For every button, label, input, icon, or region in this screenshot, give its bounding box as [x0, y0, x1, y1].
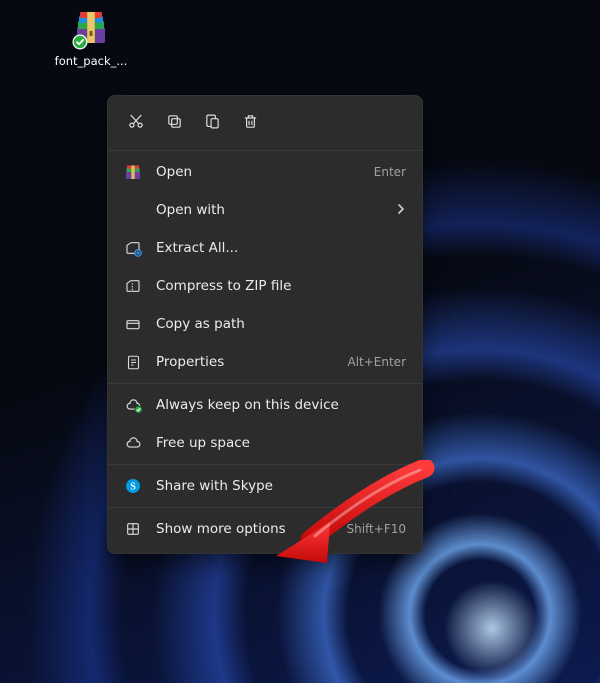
context-menu: Open Enter Open with Extract All... Comp… [107, 95, 423, 554]
menu-item-accel: Enter [374, 165, 406, 179]
menu-separator [108, 150, 422, 151]
menu-item-label: Share with Skype [156, 478, 406, 494]
cloud-icon [124, 434, 142, 452]
winrar-icon [124, 163, 142, 181]
cut-icon [127, 112, 145, 134]
cut-button[interactable] [118, 106, 154, 140]
menu-item-copy-as-path[interactable]: Copy as path [108, 305, 422, 343]
extract-icon [124, 239, 142, 257]
menu-item-label: Compress to ZIP file [156, 278, 406, 294]
menu-item-label: Free up space [156, 435, 406, 451]
desktop-file-icon[interactable]: font_pack_... [58, 9, 124, 68]
menu-item-label: Show more options [156, 521, 332, 537]
menu-item-label: Always keep on this device [156, 397, 406, 413]
menu-item-accel: Shift+F10 [346, 522, 406, 536]
menu-separator [108, 383, 422, 384]
menu-item-always-keep[interactable]: Always keep on this device [108, 386, 422, 424]
menu-item-label: Extract All... [156, 240, 406, 256]
menu-item-extract-all[interactable]: Extract All... [108, 229, 422, 267]
menu-item-open[interactable]: Open Enter [108, 153, 422, 191]
properties-icon [124, 353, 142, 371]
paste-icon [204, 113, 221, 134]
menu-item-label: Open [156, 164, 360, 180]
cloud-keep-icon [124, 396, 142, 414]
menu-item-accel: Alt+Enter [347, 355, 406, 369]
copy-button[interactable] [156, 106, 192, 140]
menu-item-properties[interactable]: Properties Alt+Enter [108, 343, 422, 381]
delete-icon [242, 113, 259, 134]
menu-item-label: Open with [156, 202, 382, 218]
menu-item-label: Properties [156, 354, 333, 370]
paste-button[interactable] [194, 106, 230, 140]
quick-actions-row [108, 101, 422, 148]
blank-icon [124, 201, 142, 219]
menu-item-show-more-options[interactable]: Show more options Shift+F10 [108, 510, 422, 548]
svg-text:S: S [130, 482, 136, 493]
winrar-archive-icon [71, 9, 111, 49]
desktop-file-label: font_pack_... [55, 54, 128, 68]
menu-separator [108, 507, 422, 508]
delete-button[interactable] [232, 106, 268, 140]
copy-path-icon [124, 315, 142, 333]
menu-item-open-with[interactable]: Open with [108, 191, 422, 229]
more-options-icon [124, 520, 142, 538]
menu-separator [108, 464, 422, 465]
menu-item-free-up-space[interactable]: Free up space [108, 424, 422, 462]
menu-item-share-skype[interactable]: S Share with Skype [108, 467, 422, 505]
copy-icon [166, 113, 183, 134]
menu-item-compress-zip[interactable]: Compress to ZIP file [108, 267, 422, 305]
skype-icon: S [124, 477, 142, 495]
menu-item-label: Copy as path [156, 316, 406, 332]
chevron-right-icon [396, 202, 406, 218]
compress-icon [124, 277, 142, 295]
sync-badge-icon [72, 34, 88, 50]
